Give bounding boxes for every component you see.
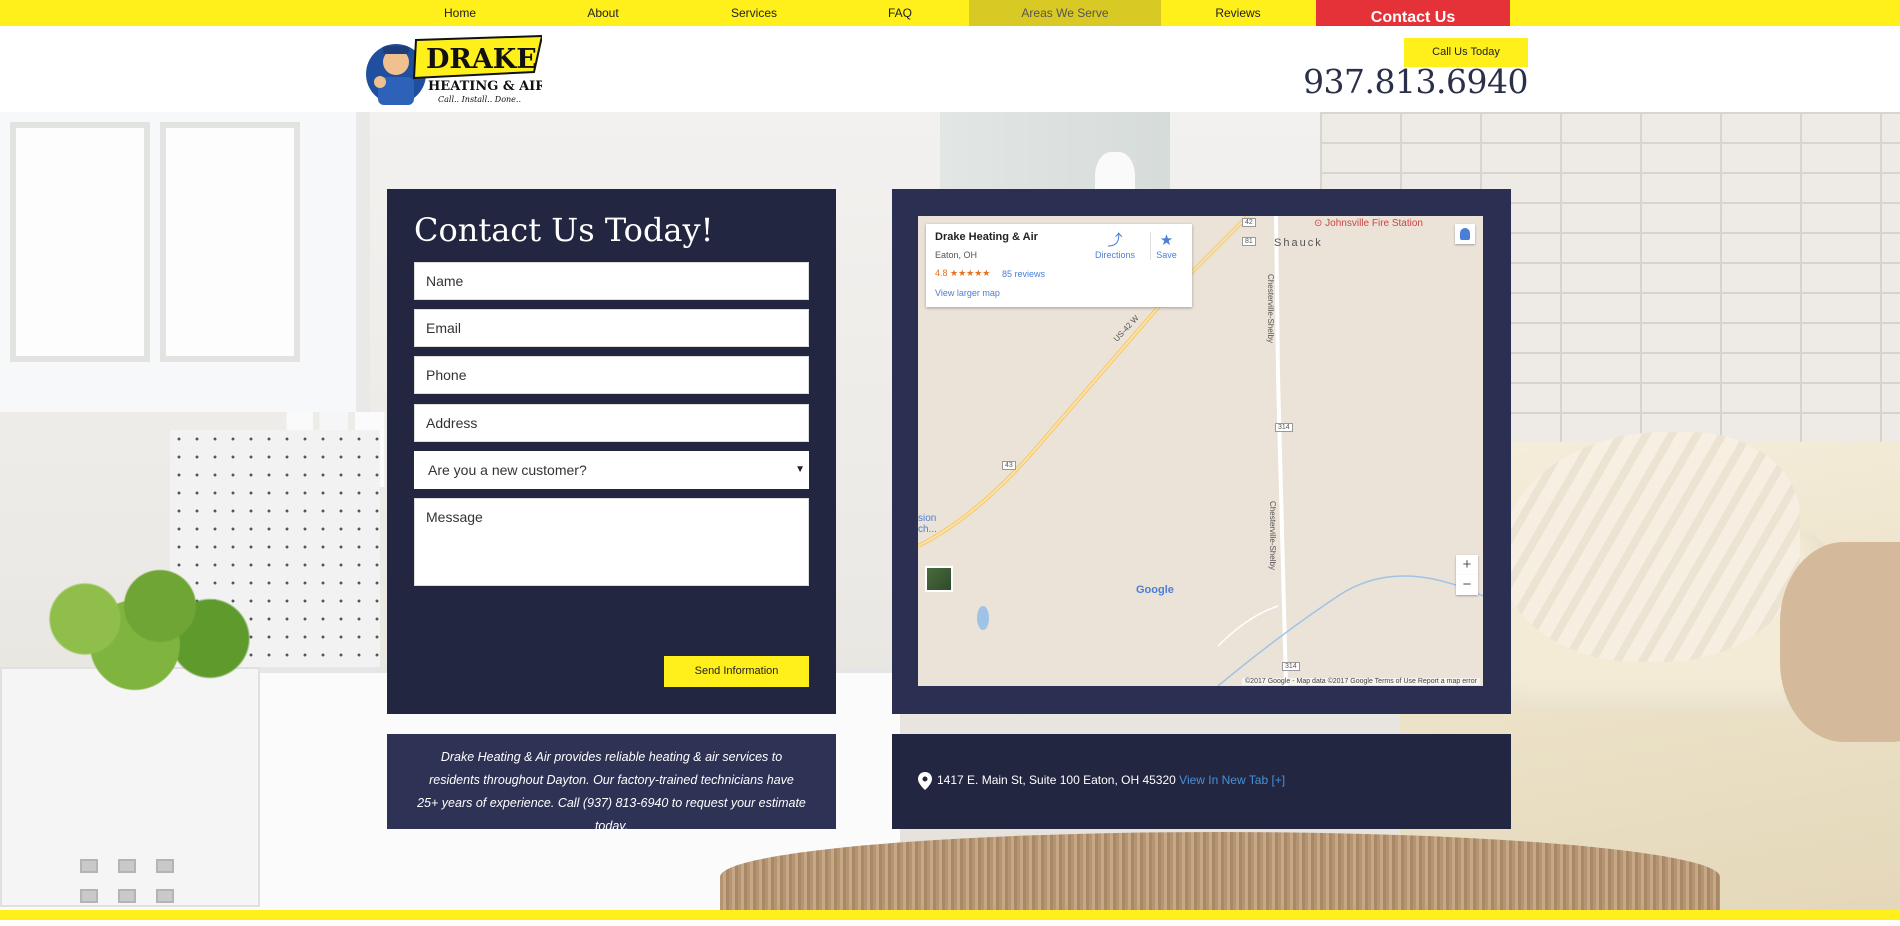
nav-item-reviews[interactable]: Reviews	[1188, 0, 1288, 26]
map-label-route-81: 81	[1242, 237, 1256, 246]
drake-logo[interactable]: DRAKE HEATING & AIR Call.. Install.. Don…	[366, 32, 542, 112]
view-in-new-tab-link[interactable]: View In New Tab [+]	[1179, 773, 1285, 787]
reviews-link[interactable]: 85 reviews	[1002, 269, 1045, 279]
address-bar: 1417 E. Main St, Suite 100 Eaton, OH 453…	[892, 734, 1511, 829]
view-larger-map-link[interactable]: View larger map	[935, 288, 1000, 298]
map-label-sion: sion	[918, 513, 937, 524]
svg-text:HEATING & AIR: HEATING & AIR	[428, 79, 542, 94]
zoom-out-button[interactable]: −	[1456, 575, 1478, 595]
new-customer-select[interactable]: Are you a new customer? ▼	[414, 451, 809, 489]
nav-item-areas-we-serve[interactable]: Areas We Serve	[969, 0, 1161, 26]
company-info-text: Drake Heating & Air provides reliable he…	[417, 750, 806, 833]
nav-item-services[interactable]: Services	[704, 0, 804, 26]
pegman-icon[interactable]	[1455, 224, 1475, 244]
map-label-route-43: 43	[1002, 461, 1016, 470]
business-info-card: Drake Heating & Air Eaton, OH 4.8 ★★★★★ …	[926, 224, 1192, 307]
svg-text:Call.. Install.. Done..: Call.. Install.. Done..	[438, 95, 521, 104]
directions-button[interactable]: ⤴ Directions	[1090, 232, 1140, 260]
star-icon: ★	[1159, 232, 1174, 249]
map-label-route-42: 42	[1242, 218, 1256, 227]
phone-input[interactable]	[414, 356, 809, 394]
map-label-chesterville: Chesterville-Shelby	[1265, 274, 1275, 343]
footer-strip	[0, 910, 1900, 926]
form-title: Contact Us Today!	[414, 211, 714, 249]
business-location: Eaton, OH	[935, 250, 978, 260]
top-nav: Home About Services FAQ Areas We Serve R…	[0, 0, 1900, 26]
company-info-box: Drake Heating & Air provides reliable he…	[387, 734, 836, 833]
caret-down-icon: ▼	[795, 464, 805, 475]
business-rating: 4.8 ★★★★★	[935, 268, 991, 278]
pillow-decor	[1780, 542, 1900, 742]
fire-station-icon: ⊙	[1314, 218, 1323, 229]
map-label-ch: ch...	[918, 524, 937, 535]
directions-icon: ⤴	[1107, 232, 1123, 249]
save-button[interactable]: ★ Save	[1150, 232, 1182, 260]
map-pin-icon	[918, 772, 932, 790]
email-input[interactable]	[414, 309, 809, 347]
nav-item-faq[interactable]: FAQ	[850, 0, 950, 26]
business-name: Drake Heating & Air	[935, 231, 1038, 243]
map-attribution: ©2017 Google - Map data ©2017 Google Ter…	[1242, 678, 1480, 685]
satellite-toggle[interactable]	[925, 566, 953, 592]
map-label-route-314b: 314	[1282, 662, 1300, 671]
map-label-shauck: Shauck	[1274, 237, 1323, 249]
message-textarea[interactable]	[414, 498, 809, 586]
map-label-route-314a: 314	[1275, 423, 1293, 432]
send-information-button[interactable]: Send Information	[664, 656, 809, 687]
nav-item-about[interactable]: About	[553, 0, 653, 26]
contact-form-panel: Contact Us Today! Are you a new customer…	[387, 189, 836, 714]
site-header: DRAKE HEATING & AIR Call.. Install.. Don…	[0, 26, 1900, 112]
zoom-in-button[interactable]: +	[1456, 555, 1478, 575]
map-label-fire-station[interactable]: ⊙ Johnsville Fire Station	[1314, 218, 1423, 229]
plant-decor	[10, 567, 260, 697]
map-panel: ⊙ Johnsville Fire Station Shauck US-42 W…	[892, 189, 1511, 714]
map-label-chesterville-2: Chesterville-Shelby	[1267, 501, 1277, 570]
planter-decor	[0, 667, 260, 907]
nav-item-home[interactable]: Home	[410, 0, 510, 26]
svg-text:DRAKE: DRAKE	[426, 44, 537, 75]
window-decor	[0, 112, 370, 412]
google-map[interactable]: ⊙ Johnsville Fire Station Shauck US-42 W…	[918, 216, 1483, 686]
name-input[interactable]	[414, 262, 809, 300]
new-customer-select-value: Are you a new customer?	[428, 462, 587, 478]
google-logo: Google	[1136, 584, 1174, 596]
header-phone-number[interactable]: 937.813.6940	[1303, 62, 1528, 101]
address-input[interactable]	[414, 404, 809, 442]
address-text: 1417 E. Main St, Suite 100 Eaton, OH 453…	[937, 773, 1286, 787]
